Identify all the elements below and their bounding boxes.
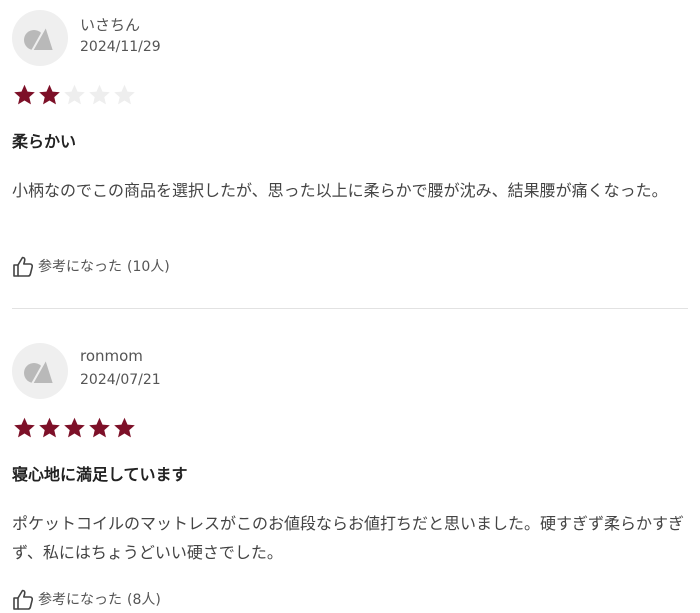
review-date: 2024/11/29 xyxy=(80,39,161,55)
helpful-count: (8人) xyxy=(127,592,161,608)
star-filled-icon xyxy=(64,417,85,438)
review-date: 2024/07/21 xyxy=(80,372,161,388)
user-avatar-icon xyxy=(24,23,56,52)
review-body: ポケットコイルのマットレスがこのお値段ならお値打ちだと思いました。硬すぎず柔らか… xyxy=(12,514,685,562)
reviewer-info: ronmom 2024/07/21 xyxy=(12,343,512,399)
reviewer-name: ronmom xyxy=(80,347,143,365)
star-empty-icon xyxy=(89,84,110,105)
star-filled-icon xyxy=(89,417,110,438)
reviewer-name: いさちん xyxy=(80,16,141,34)
helpful-label: 参考になった xyxy=(38,259,122,275)
star-filled-icon xyxy=(14,84,35,105)
review-title: 柔らかい xyxy=(12,132,77,151)
review-body: 小柄なのでこの商品を選択したが、思った以上に柔らかで腰が沈み、結果腰が痛くなった… xyxy=(12,181,668,200)
star-rating xyxy=(12,82,137,108)
review-divider xyxy=(12,308,688,309)
reviewer-info: いさちん 2024/11/29 xyxy=(12,10,512,66)
helpful-button[interactable]: 参考になった (8人) xyxy=(12,587,161,611)
avatar xyxy=(12,10,68,66)
star-filled-icon xyxy=(39,84,60,105)
star-filled-icon xyxy=(39,417,60,438)
thumbs-up-icon xyxy=(13,589,34,610)
star-rating xyxy=(12,415,137,441)
thumbs-up-icon xyxy=(13,256,34,277)
star-empty-icon xyxy=(114,84,135,105)
avatar xyxy=(12,343,68,399)
helpful-count: (10人) xyxy=(127,259,170,275)
user-avatar-icon xyxy=(24,356,56,385)
helpful-label: 参考になった xyxy=(38,592,122,608)
star-filled-icon xyxy=(114,417,135,438)
helpful-button[interactable]: 参考になった (10人) xyxy=(12,254,170,278)
star-empty-icon xyxy=(64,84,85,105)
review-list: いさちん 2024/11/29 柔らかい 小柄なのでこの商品を選択したが、思った… xyxy=(0,0,700,613)
review-title: 寝心地に満足しています xyxy=(12,465,188,484)
star-filled-icon xyxy=(14,417,35,438)
